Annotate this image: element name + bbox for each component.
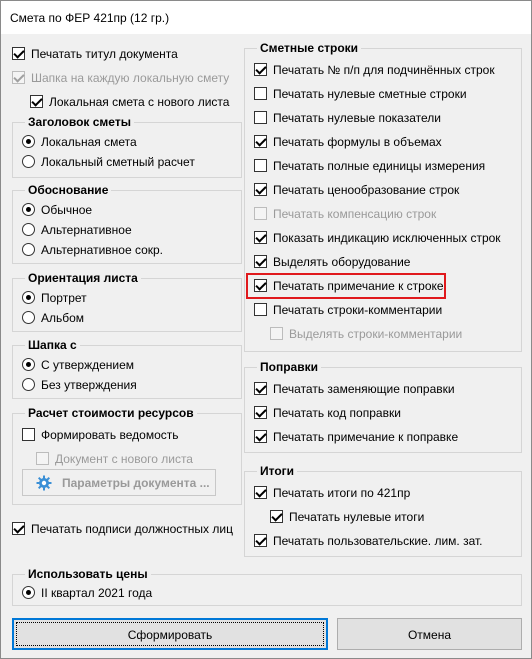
group-title: Заголовок сметы (25, 114, 134, 130)
checkbox-box[interactable] (254, 159, 267, 172)
radio-dot[interactable] (22, 243, 35, 256)
radio-basis-normal[interactable]: Обычное (22, 202, 92, 218)
checkbox-box[interactable] (254, 534, 267, 547)
doc-new-sheet-checkbox: Документ с нового листа (36, 451, 193, 467)
radio-dot[interactable] (22, 586, 35, 599)
totals-item-user-limits[interactable]: Печатать пользовательские. лим. зат. (254, 533, 483, 549)
row-item-numbering[interactable]: Печатать № п/п для подчинённых строк (254, 62, 495, 78)
correction-item-replacing[interactable]: Печатать заменяющие поправки (254, 381, 455, 397)
radio-portrait[interactable]: Портрет (22, 290, 87, 306)
row-item-zero-rows[interactable]: Печатать нулевые сметные строки (254, 86, 467, 102)
checkbox-box[interactable] (254, 486, 267, 499)
params-button-label: Параметры документа ... (62, 476, 210, 490)
generate-button-label: Сформировать (127, 628, 213, 642)
row-item-zero-indicators[interactable]: Печатать нулевые показатели (254, 110, 441, 126)
group-title: Расчет стоимости ресурсов (25, 405, 197, 421)
radio-landscape[interactable]: Альбом (22, 310, 84, 326)
radio-basis-alt[interactable]: Альтернативное (22, 222, 132, 238)
title-bar: Смета по ФЕР 421пр (12 гр.) (1, 1, 531, 34)
group-title: Шапка с (25, 337, 80, 353)
radio-dot[interactable] (22, 311, 35, 324)
checkbox-box[interactable] (254, 111, 267, 124)
generate-button[interactable]: Сформировать (12, 618, 328, 650)
totals-item-421[interactable]: Печатать итоги по 421пр (254, 485, 410, 501)
radio-dot[interactable] (22, 378, 35, 391)
radio-dot[interactable] (22, 203, 35, 216)
checkbox-box (270, 327, 283, 340)
checkbox-box (12, 71, 25, 84)
print-title-checkbox[interactable]: Печатать титул документа (12, 46, 178, 62)
dialog-window: Смета по ФЕР 421пр (12 гр.) Печатать тит… (0, 0, 532, 659)
row-item-pricing[interactable]: Печатать ценообразование строк (254, 182, 459, 198)
checkbox-box[interactable] (12, 522, 25, 535)
radio-without-approval[interactable]: Без утверждения (22, 377, 137, 393)
checkbox-box[interactable] (254, 135, 267, 148)
form-statement-checkbox[interactable]: Формировать ведомость (22, 427, 179, 443)
group-title: Ориентация листа (25, 270, 141, 286)
group-title: Поправки (257, 359, 321, 375)
checkbox-box[interactable] (22, 428, 35, 441)
header-each-checkbox: Шапка на каждую локальную смету (12, 70, 229, 86)
checkbox-box[interactable] (254, 231, 267, 244)
checkbox-box[interactable] (254, 87, 267, 100)
params-button: Параметры документа ... (22, 469, 216, 496)
checkbox-box[interactable] (254, 406, 267, 419)
row-item-row-note[interactable]: Печатать примечание к строке (254, 278, 444, 294)
group-title: Обоснование (25, 182, 112, 198)
correction-item-code[interactable]: Печатать код поправки (254, 405, 401, 421)
checkbox-box[interactable] (254, 382, 267, 395)
row-item-full-units[interactable]: Печатать полные единицы измерения (254, 158, 485, 174)
radio-dot[interactable] (22, 223, 35, 236)
window-title: Смета по ФЕР 421пр (12 гр.) (10, 11, 170, 25)
radio-price-quarter[interactable]: II квартал 2021 года (22, 585, 152, 601)
checkbox-box[interactable] (254, 279, 267, 292)
radio-basis-alt-short[interactable]: Альтернативное сокр. (22, 242, 163, 258)
gear-icon (36, 475, 52, 491)
radio-dot[interactable] (22, 358, 35, 371)
row-item-comment-rows[interactable]: Печатать строки-комментарии (254, 302, 442, 318)
group-title: Итоги (257, 463, 298, 479)
checkbox-box[interactable] (254, 303, 267, 316)
checkbox-box[interactable] (254, 430, 267, 443)
cancel-button[interactable]: Отмена (337, 618, 522, 650)
row-item-compensation: Печатать компенсацию строк (254, 206, 436, 222)
radio-local-estimate[interactable]: Локальная смета (22, 134, 137, 150)
row-item-equipment[interactable]: Выделять оборудование (254, 254, 410, 270)
cancel-button-label: Отмена (407, 628, 452, 642)
radio-with-approval[interactable]: С утверждением (22, 357, 134, 373)
group-title: Использовать цены (25, 566, 151, 582)
checkbox-box[interactable] (254, 63, 267, 76)
local-new-sheet-checkbox[interactable]: Локальная смета с нового листа (30, 94, 229, 110)
row-item-highlight-comments: Выделять строки-комментарии (270, 326, 462, 342)
radio-local-calc[interactable]: Локальный сметный расчет (22, 154, 195, 170)
checkbox-box[interactable] (254, 183, 267, 196)
radio-dot[interactable] (22, 135, 35, 148)
checkbox-box[interactable] (270, 510, 283, 523)
totals-item-zero[interactable]: Печатать нулевые итоги (270, 509, 424, 525)
radio-dot[interactable] (22, 155, 35, 168)
checkbox-box[interactable] (12, 47, 25, 60)
row-item-formulas[interactable]: Печатать формулы в объемах (254, 134, 442, 150)
print-signatures-checkbox[interactable]: Печатать подписи должностных лиц (12, 521, 233, 537)
radio-dot[interactable] (22, 291, 35, 304)
correction-item-note[interactable]: Печатать примечание к поправке (254, 429, 458, 445)
checkbox-box[interactable] (30, 95, 43, 108)
row-item-excluded-indication[interactable]: Показать индикацию исключенных строк (254, 230, 501, 246)
checkbox-box (36, 452, 49, 465)
group-title: Сметные строки (257, 40, 362, 56)
checkbox-box[interactable] (254, 255, 267, 268)
checkbox-box (254, 207, 267, 220)
